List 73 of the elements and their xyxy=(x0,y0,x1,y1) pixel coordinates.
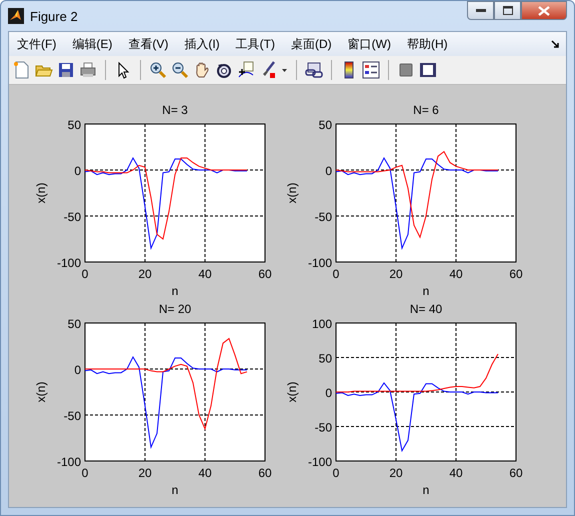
x-tick-label: 60 xyxy=(258,466,272,480)
x-tick-label: 60 xyxy=(509,267,523,281)
zoom-out-icon[interactable] xyxy=(171,61,189,79)
y-axis-label: x(n) xyxy=(34,182,48,204)
zoom-in-icon[interactable] xyxy=(149,61,167,79)
maximize-button[interactable] xyxy=(494,1,521,20)
x-axis-label: n xyxy=(172,483,178,497)
link-icon[interactable] xyxy=(305,61,323,79)
x-tick-label: 40 xyxy=(198,466,212,480)
x-tick-label: 60 xyxy=(258,267,272,281)
maximize-icon xyxy=(502,6,512,15)
y-tick-label: 0 xyxy=(74,363,81,377)
y-axis-label: x(n) xyxy=(285,382,299,402)
rotate-icon[interactable] xyxy=(215,61,233,79)
x-tick-label: 20 xyxy=(138,267,152,281)
x-axis-label: n xyxy=(422,284,430,298)
chart-title: N= 20 xyxy=(158,302,192,316)
y-tick-label: -50 xyxy=(314,210,332,224)
menu-item[interactable]: 查看(V) xyxy=(120,36,176,52)
y-tick-label: -100 xyxy=(308,256,332,270)
menu-item[interactable]: 窗口(W) xyxy=(340,36,399,52)
x-tick-label: 20 xyxy=(389,267,403,281)
y-tick-label: -100 xyxy=(56,455,81,469)
y-tick-label: 0 xyxy=(325,386,332,400)
x-tick-label: 0 xyxy=(332,267,340,281)
menu-item[interactable]: 插入(I) xyxy=(176,36,228,52)
y-tick-label: 50 xyxy=(318,118,332,132)
y-tick-label: -50 xyxy=(314,420,332,434)
plot-tools-icon[interactable] xyxy=(419,61,437,79)
window-title: Figure 2 xyxy=(30,8,78,24)
chart-title: N= 6 xyxy=(413,103,439,117)
legend-icon[interactable] xyxy=(362,61,380,79)
menu-item[interactable]: 工具(T) xyxy=(228,36,283,52)
x-tick-label: 20 xyxy=(389,466,403,480)
app-logo-icon xyxy=(8,8,24,24)
menu-item[interactable]: 编辑(E) xyxy=(64,36,120,52)
menu-item[interactable]: 桌面(D) xyxy=(282,36,340,52)
new-file-icon[interactable] xyxy=(13,61,31,79)
close-button[interactable] xyxy=(521,1,567,20)
square-icon[interactable] xyxy=(397,61,415,79)
dock-arrow-icon[interactable] xyxy=(551,40,560,48)
minimize-icon xyxy=(476,8,486,12)
minimize-button[interactable] xyxy=(467,1,494,20)
y-tick-label: -50 xyxy=(64,210,81,224)
x-tick-label: 40 xyxy=(198,267,212,281)
y-tick-label: 0 xyxy=(74,164,81,178)
save-icon[interactable] xyxy=(57,61,75,79)
y-tick-label: -100 xyxy=(56,256,81,270)
y-tick-label: 100 xyxy=(312,317,332,331)
chart-title: N= 40 xyxy=(410,302,442,316)
close-icon xyxy=(538,6,550,16)
x-axis-label: n xyxy=(422,483,430,497)
y-tick-label: -100 xyxy=(308,455,332,469)
y-tick-label: 50 xyxy=(68,317,81,331)
x-tick-label: 40 xyxy=(449,267,463,281)
x-tick-label: 0 xyxy=(82,267,88,281)
x-tick-label: 60 xyxy=(509,466,523,480)
x-tick-label: 20 xyxy=(138,466,152,480)
x-tick-label: 0 xyxy=(332,466,340,480)
menu-item[interactable]: 帮助(H) xyxy=(398,36,456,52)
menu-item[interactable]: 文件(F) xyxy=(15,36,64,52)
y-tick-label: 50 xyxy=(68,118,81,132)
chart-title: N= 3 xyxy=(162,103,188,117)
x-tick-label: 40 xyxy=(449,466,463,480)
y-tick-label: 50 xyxy=(318,352,332,366)
data-cursor-icon[interactable] xyxy=(237,61,255,79)
printer-icon[interactable] xyxy=(79,61,97,79)
x-tick-label: 0 xyxy=(82,466,88,480)
y-tick-label: -50 xyxy=(64,409,81,423)
y-tick-label: 0 xyxy=(325,164,332,178)
y-axis-label: x(n) xyxy=(285,182,299,204)
x-axis-label: n xyxy=(172,284,178,298)
y-axis-label: x(n) xyxy=(34,382,48,402)
